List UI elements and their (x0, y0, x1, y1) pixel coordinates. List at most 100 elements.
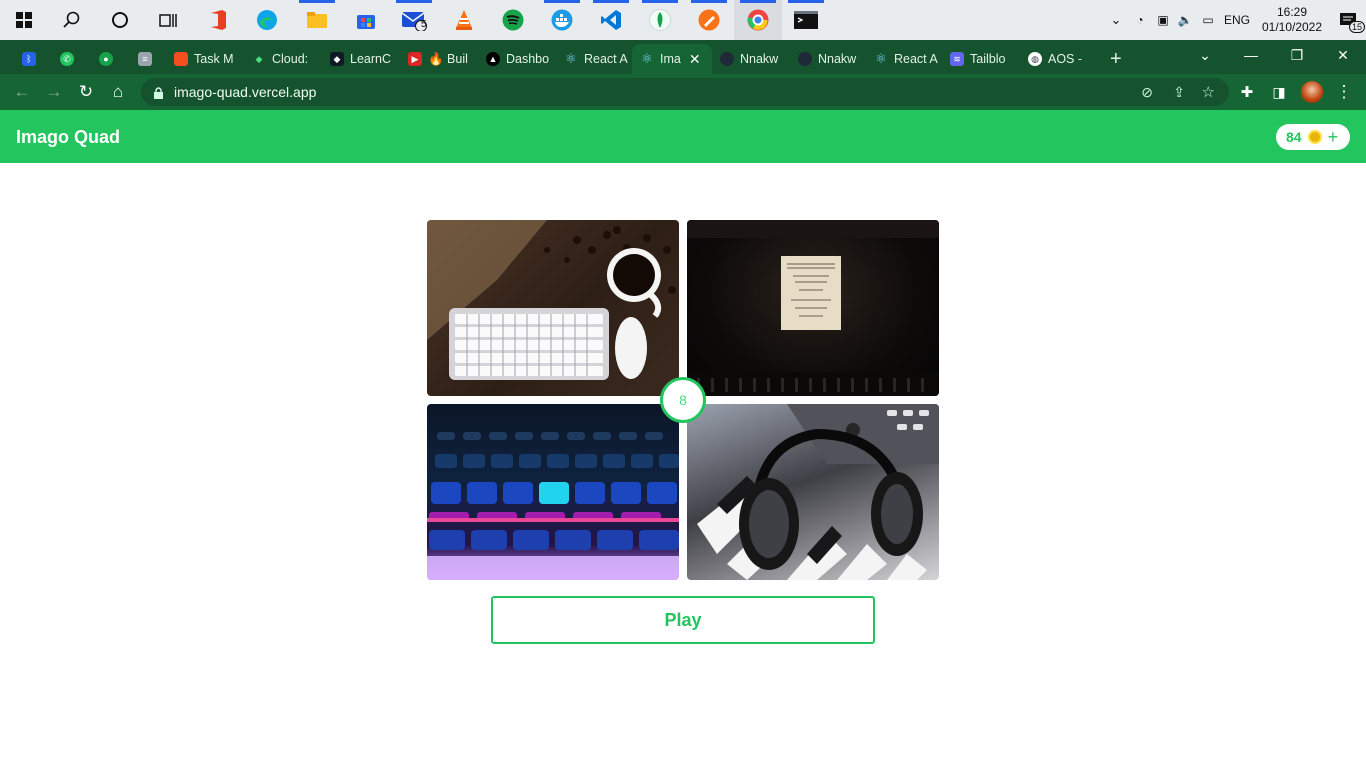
volume-icon[interactable]: 🔈 (1174, 13, 1196, 27)
notification-icon[interactable]: 15 (1330, 0, 1366, 40)
clock[interactable]: 16:29 01/10/2022 (1254, 5, 1330, 35)
tab-extension[interactable]: ● (91, 44, 121, 74)
system-tray: ⌄ ◔ ▣ 🔈 ▭ ENG 16:29 01/10/2022 15 (1104, 0, 1366, 40)
tab-task-manager[interactable]: Task M (166, 44, 240, 74)
postman-icon[interactable] (685, 0, 733, 40)
chevron-up-icon[interactable]: ⌄ (1104, 12, 1128, 28)
eye-off-icon[interactable]: ⊘ (1141, 84, 1153, 101)
vlc-icon[interactable] (440, 0, 488, 40)
back-icon[interactable]: ← (8, 78, 36, 106)
task-view-icon[interactable] (144, 0, 192, 40)
terminal-icon[interactable] (782, 0, 830, 40)
tab-label: LearnC (350, 52, 391, 66)
spotify-icon[interactable] (489, 0, 537, 40)
notification-count: 15 (1349, 21, 1366, 33)
tab-label: Tailblo (970, 52, 1006, 66)
extensions-icon[interactable]: ✚ (1233, 78, 1261, 106)
plus-icon: + (1110, 47, 1122, 70)
tab-dashboard[interactable]: ▲ Dashbo (478, 44, 550, 74)
tab-imago-quad[interactable]: ⚛ Ima ✕ (632, 44, 712, 74)
tab-youtube[interactable]: ▶ 🔥 Buil (400, 44, 472, 74)
windows-taskbar: 5 ⌄ ◔ ▣ 🔈 ▭ ENG 16:29 01/10/2022 15 (0, 0, 1366, 40)
app-header: Imago Quad 84 + (0, 110, 1366, 163)
tab-react-app-1[interactable]: ⚛ React A (556, 44, 628, 74)
new-tab-button[interactable]: + (1102, 44, 1132, 74)
play-button[interactable]: Play (491, 596, 875, 644)
reload-icon[interactable]: ↻ (72, 78, 100, 106)
share-icon[interactable]: ⇪ (1173, 84, 1185, 101)
lock-icon[interactable] (153, 86, 164, 99)
avatar[interactable] (1298, 78, 1326, 106)
app-title[interactable]: Imago Quad (16, 127, 120, 148)
headphones-piano-image[interactable] (687, 404, 939, 580)
chrome-icon[interactable] (734, 0, 782, 40)
restore-icon[interactable]: ❐ (1274, 40, 1320, 70)
battery-icon[interactable]: ▭ (1196, 13, 1220, 27)
tab-label: React A (584, 52, 628, 66)
tab-learn[interactable]: ◆ LearnC (322, 44, 394, 74)
browser-toolbar: ← → ↻ ⌂ imago-quad.vercel.app ⊘ ⇪ ☆ ✚ ◨ … (0, 74, 1366, 110)
docker-icon[interactable] (538, 0, 586, 40)
figma-icon (174, 52, 188, 66)
tab-label: Ima (660, 52, 681, 66)
search-icon[interactable] (48, 0, 96, 40)
forward-icon[interactable]: → (40, 78, 68, 106)
close-window-icon[interactable]: ✕ (1320, 40, 1366, 70)
store-icon[interactable] (342, 0, 390, 40)
globe-icon: ◍ (1028, 52, 1042, 66)
cortana-icon[interactable] (96, 0, 144, 40)
vscode-icon[interactable] (587, 0, 635, 40)
github-icon (798, 52, 812, 66)
tab-whatsapp[interactable]: ✆ (52, 44, 82, 74)
tab-react-app-2[interactable]: ⚛ React A (866, 44, 940, 74)
side-panel-icon[interactable]: ◨ (1265, 78, 1293, 106)
learn-icon: ◆ (330, 52, 344, 66)
windows-start-icon[interactable] (0, 0, 48, 40)
tab-github-2[interactable]: Nnakw (790, 44, 864, 74)
add-coins-button[interactable]: + (1328, 128, 1339, 146)
browser-tab-strip: ᛒ ✆ ● ≡ Task M ◆ Cloud: ◆ LearnC ▶ 🔥 Buil ▲… (0, 40, 1366, 74)
more-menu-icon[interactable]: ⋮ (1330, 78, 1358, 106)
tab-aos[interactable]: ◍ AOS - (1020, 44, 1096, 74)
home-icon[interactable]: ⌂ (104, 78, 132, 106)
edge-icon[interactable] (243, 0, 291, 40)
countdown-badge: 8 (660, 377, 706, 423)
tab-label: React A (894, 52, 938, 66)
tab-list[interactable]: ≡ (130, 44, 160, 74)
extension-green-icon: ● (99, 52, 113, 66)
tab-search-icon[interactable]: ⌄ (1182, 40, 1228, 70)
rgb-keyboard-image[interactable] (427, 404, 679, 580)
tab-github-1[interactable]: Nnakw (712, 44, 786, 74)
tab-label: Nnakw (818, 52, 857, 66)
file-explorer-icon[interactable] (293, 0, 341, 40)
tab-label: Nnakw (740, 52, 779, 66)
coins-icon (1307, 130, 1322, 144)
tab-bluetooth[interactable]: ᛒ (14, 44, 44, 74)
bookmark-star-icon[interactable]: ☆ (1202, 83, 1215, 101)
mail-badge: 5 (421, 19, 427, 30)
youtube-icon: ▶ (408, 52, 422, 66)
close-tab-icon[interactable]: ✕ (689, 51, 701, 68)
tab-label: Cloud: (272, 52, 309, 66)
mongodb-icon[interactable] (636, 0, 684, 40)
tab-cloud[interactable]: ◆ Cloud: (244, 44, 316, 74)
mail-icon[interactable]: 5 (390, 0, 438, 40)
react-icon: ⚛ (641, 51, 653, 66)
tab-label: AOS - (1048, 52, 1083, 66)
office-icon[interactable] (194, 0, 242, 40)
minimize-icon[interactable]: — (1228, 40, 1274, 70)
tab-label: Dashbo (506, 52, 550, 66)
meet-now-icon[interactable]: ▣ (1152, 13, 1174, 27)
address-bar[interactable]: imago-quad.vercel.app ⊘ ⇪ ☆ (141, 78, 1229, 106)
whatsapp-icon: ✆ (60, 52, 74, 66)
clock-time: 16:29 (1276, 5, 1308, 19)
language-indicator[interactable]: ENG (1220, 13, 1254, 27)
wifi-icon[interactable]: ◔ (1128, 13, 1152, 27)
tab-label: Task M (194, 52, 234, 66)
coffee-keyboard-image[interactable] (427, 220, 679, 396)
url-text: imago-quad.vercel.app (174, 84, 317, 100)
tab-tailblocks[interactable]: ≋ Tailblo (942, 44, 1018, 74)
piano-sheet-music-image[interactable] (687, 220, 939, 396)
react-icon: ⚛ (875, 51, 887, 66)
vercel-icon: ▲ (486, 52, 500, 66)
